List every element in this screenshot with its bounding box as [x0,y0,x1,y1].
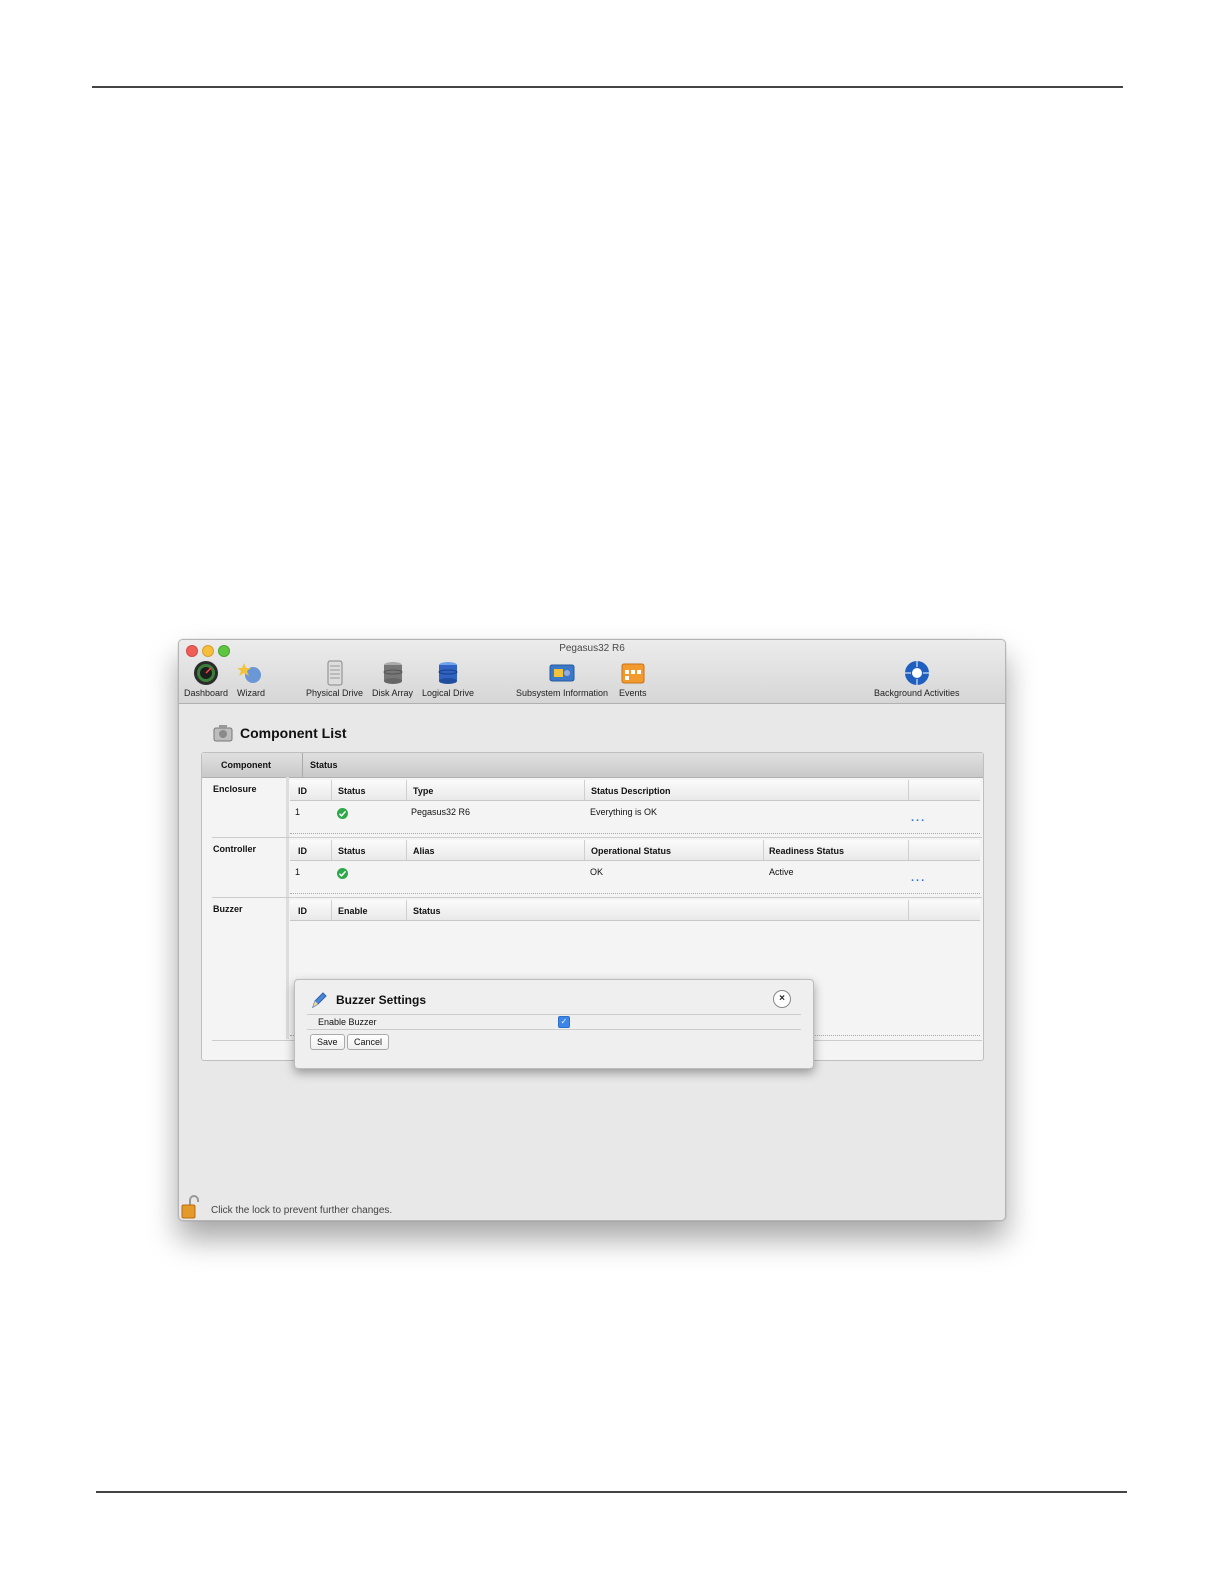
controller-col-operational-status: Operational Status [591,846,672,856]
buzzer-col-status: Status [413,906,441,916]
dialog-divider [307,1029,801,1030]
column-separator [584,840,585,860]
toolbar-background-activities-label: Background Activities [874,688,960,698]
column-separator [908,840,909,860]
enable-buzzer-checkbox[interactable]: ✓ [558,1016,570,1028]
component-panel: Component Status Enclosure ID Status Typ… [201,752,984,1069]
enclosure-col-type: Type [413,786,434,796]
status-ok-icon [337,808,348,819]
column-separator [406,780,407,800]
column-separator [908,780,909,800]
controller-col-id: ID [298,846,307,856]
page-top-rule [92,86,1123,88]
buzzer-col-enable: Enable [338,906,368,916]
enable-buzzer-label: Enable Buzzer [318,1017,377,1027]
enclosure-more-button[interactable]: ... [911,812,926,824]
cancel-button[interactable]: Cancel [347,1034,390,1050]
buzzer-table-header: ID Enable Status [290,900,980,921]
close-icon[interactable]: × [773,990,791,1008]
enclosure-col-status: Status [338,786,366,796]
panel-left-divider [286,777,289,1039]
controller-more-button[interactable]: ... [911,872,926,884]
save-button[interactable]: Save [310,1034,345,1050]
panel-header-separator [302,753,303,777]
row-divider [290,893,980,894]
controller-col-status: Status [338,846,366,856]
section-divider [212,837,982,838]
buzzer-col-id: ID [298,906,307,916]
enclosure-row-id: 1 [295,807,301,817]
enclosure-table-header: ID Status Type Status Description [290,780,980,801]
enclosure-row-type: Pegasus32 R6 [411,807,471,817]
component-list-icon [213,725,233,742]
toolbar-background-activities[interactable]: Background Activities [874,660,960,698]
page-heading: Component List [213,722,347,744]
panel-header: Component Status [202,753,983,778]
enclosure-row[interactable]: 1 Pegasus32 R6 Everything is OK [290,807,980,831]
toolbar-wizard-label: Wizard [237,688,266,698]
column-separator [406,900,407,920]
column-separator [331,780,332,800]
panel-header-component: Component [221,760,271,770]
controller-row[interactable]: 1 OK Active [290,867,980,891]
window-title: Pegasus32 R6 [559,643,625,654]
lock-open-icon[interactable] [181,1195,199,1219]
enclosure-col-id: ID [298,786,307,796]
toolbar-logical-drive-label: Logical Drive [422,688,475,698]
app-window: Pegasus32 R6 Dashboard Wizard Physical D… [178,639,1006,1221]
controller-col-alias: Alias [413,846,435,856]
toolbar-dashboard-label: Dashboard [184,688,229,698]
toolbar-logical-drive[interactable]: Logical Drive [422,660,474,698]
toolbar-physical-drive-label: Physical Drive [306,688,364,698]
page-bottom-rule [96,1491,1127,1493]
enclosure-row-description: Everything is OK [590,807,658,817]
toolbar-subsystem-information-label: Subsystem Information [516,688,609,698]
toolbar-wizard[interactable]: Wizard [237,660,265,698]
toolbar-physical-drive[interactable]: Physical Drive [306,660,363,698]
dialog-title: Buzzer Settings [336,993,427,1007]
status-ok-icon [337,868,348,879]
column-separator [584,780,585,800]
section-divider [212,897,982,898]
panel-header-status: Status [310,760,338,770]
controller-row-id: 1 [295,867,301,877]
column-separator [763,840,764,860]
section-label-controller: Controller [213,844,257,854]
toolbar-disk-array-label: Disk Array [372,688,414,698]
controller-col-readiness-status: Readiness Status [769,846,845,856]
titlebar: Pegasus32 R6 Dashboard Wizard Physical D… [179,640,1005,704]
page-title: Component List [240,725,347,741]
disk-array-icon [383,662,402,684]
dialog-divider [307,1014,801,1015]
footer-status-text: Click the lock to prevent further change… [211,1205,393,1216]
wizard-wand-icon [238,663,261,683]
enclosure-col-status-description: Status Description [591,786,671,796]
events-calendar-icon [621,663,645,684]
physical-drive-icon [327,660,342,686]
toolbar-subsystem-information[interactable]: Subsystem Information [516,660,608,698]
toolbar-dashboard[interactable]: Dashboard [184,660,228,698]
controller-row-operational: OK [590,867,604,877]
toolbar-disk-array[interactable]: Disk Array [372,660,413,698]
section-label-buzzer: Buzzer [213,904,243,914]
buzzer-settings-dialog: Buzzer Settings × Enable Buzzer ✓ Save C… [294,979,814,1069]
section-label-enclosure: Enclosure [213,784,257,794]
column-separator [331,840,332,860]
toolbar-events[interactable]: Events [619,660,647,698]
column-separator [908,900,909,920]
pencil-edit-icon [312,992,327,1009]
subsystem-information-icon [549,664,575,682]
controller-row-readiness: Active [769,867,794,877]
column-separator [331,900,332,920]
column-separator [406,840,407,860]
dashboard-gauge-icon [194,661,219,685]
main-content: Component List Component Status Enclosur… [179,704,1005,1220]
toolbar-events-label: Events [619,688,647,698]
background-activities-icon [904,661,929,685]
row-divider [290,833,980,834]
logical-drive-icon [438,662,458,684]
controller-table-header: ID Status Alias Operational Status Readi… [290,840,980,861]
